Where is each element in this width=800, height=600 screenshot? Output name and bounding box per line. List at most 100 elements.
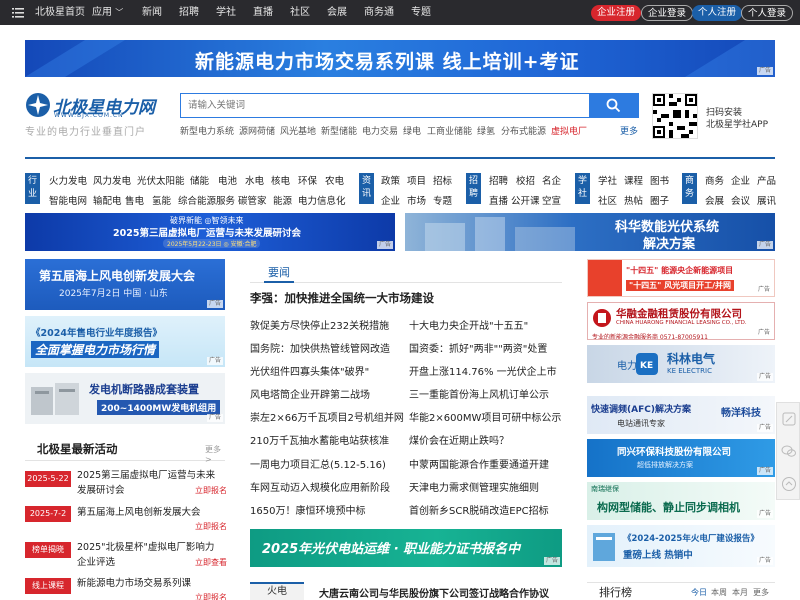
nav-link[interactable]: 企业	[381, 193, 400, 207]
nav-link[interactable]: 公开课	[511, 193, 540, 207]
nav-link[interactable]: 校招	[516, 173, 535, 187]
news-item[interactable]: 1650万！康恒环境预中标	[250, 502, 405, 517]
more-link[interactable]: 更多	[620, 124, 638, 137]
thermal-headline[interactable]: 大唐云南公司与华民股份旗下公司签订战略合作协议	[319, 585, 549, 600]
hot-link[interactable]: 源网荷储	[239, 124, 275, 137]
activity-action[interactable]: 立即报名	[195, 521, 227, 532]
nav-link[interactable]: 商务	[705, 173, 724, 187]
nav-link[interactable]: 农电	[325, 173, 344, 187]
menu-icon[interactable]	[12, 0, 24, 25]
news-item[interactable]: 崇左2×66万千瓦项目2号机组并网	[250, 409, 405, 424]
news-item[interactable]: 风电塔筒企业开辟第二战场	[250, 386, 405, 401]
news-item[interactable]: 国务院：加快供热管线管网改造	[250, 340, 405, 355]
nav-link[interactable]: 综合能源服务	[178, 193, 235, 207]
nav-topics[interactable]: 专题	[411, 0, 431, 25]
nav-link[interactable]: 直播	[489, 193, 508, 207]
news-item[interactable]: 开盘上涨114.76% 一光伏企上市	[409, 363, 562, 378]
ranking-tab-more[interactable]: 更多>	[753, 587, 775, 600]
hot-link[interactable]: 新型储能	[321, 124, 357, 137]
nav-link[interactable]: 会议	[731, 193, 750, 207]
enterprise-register-button[interactable]: 企业注册	[591, 5, 642, 21]
nav-link[interactable]: 风力发电	[93, 173, 131, 187]
nav-link[interactable]: 会展	[705, 193, 724, 207]
kelin-electric-banner[interactable]: 电力 KE 科林电气 KE ELECTRIC 广告	[587, 345, 775, 383]
news-item[interactable]: 210万千瓦抽水蓄能电站获核准	[250, 432, 405, 447]
hot-link[interactable]: 风光基地	[280, 124, 316, 137]
personal-register-button[interactable]: 个人注册	[692, 5, 743, 21]
nav-link[interactable]: 输配电	[93, 193, 122, 207]
nav-link[interactable]: 市场	[407, 193, 426, 207]
breaker-device-banner[interactable]: 发电机断路器成套装置 200~1400MW发电机组用 广告	[25, 373, 225, 424]
nav-business[interactable]: 商务通	[364, 0, 394, 25]
nav-link[interactable]: 圈子	[650, 193, 669, 207]
nr-storage-banner[interactable]: 南瑞继保 构网型储能、静止同步调相机 广告	[587, 482, 775, 520]
news-item[interactable]: 十大电力央企开战"十五五"	[409, 317, 562, 332]
tongxing-env-banner[interactable]: 同兴环保科技股份有限公司 超低排放解决方案 广告	[587, 439, 775, 477]
nav-link[interactable]: 名企	[542, 173, 561, 187]
nav-link[interactable]: 学社	[598, 173, 617, 187]
nav-link[interactable]: 产品	[757, 173, 776, 187]
nav-link[interactable]: 储能	[190, 173, 209, 187]
nav-link[interactable]: 图书	[650, 173, 669, 187]
vpp-seminar-banner[interactable]: 破界新能 ◎智领未来 2025第三届虚拟电厂运营与未来发展研讨会 2025年5月…	[25, 213, 395, 251]
activity-title[interactable]: 新能源电力市场交易系列课	[77, 576, 222, 591]
tab-headlines[interactable]: 要闻	[268, 264, 290, 280]
nav-link[interactable]: 智能电网	[49, 193, 87, 207]
home-link[interactable]: 北极星首页	[35, 0, 85, 25]
nav-link[interactable]: 光伏太阳能	[137, 173, 185, 187]
nav-school[interactable]: 学社	[216, 0, 236, 25]
hot-link[interactable]: 绿电	[403, 124, 421, 137]
nav-link[interactable]: 核电	[271, 173, 290, 187]
ranking-tab-month[interactable]: 本月	[732, 587, 748, 598]
edit-icon[interactable]	[781, 411, 797, 427]
hot-link[interactable]: 电力交易	[362, 124, 398, 137]
pv-om-cert-banner[interactable]: 2025年光伏电站运维 · 职业能力证书报名中 广告	[250, 529, 562, 567]
nav-link[interactable]: 项目	[407, 173, 426, 187]
news-item[interactable]: 敦促美方尽快停止232关税措施	[250, 317, 405, 332]
activities-more-link[interactable]: 更多>	[205, 444, 225, 464]
afc-solution-banner[interactable]: 快速调频(AFC)解决方案 电站通讯专家 畅洋科技 广告	[587, 396, 775, 434]
hot-link[interactable]: 新型电力系统	[180, 124, 234, 137]
personal-login-button[interactable]: 个人登录	[741, 5, 794, 21]
tab-thermal[interactable]: 火电	[250, 582, 304, 600]
nav-jobs[interactable]: 招聘	[179, 0, 199, 25]
apps-dropdown[interactable]: 应用 ﹀	[92, 0, 123, 25]
nav-link[interactable]: 碳管家	[238, 193, 267, 207]
nav-link[interactable]: 火力发电	[49, 173, 87, 187]
nav-expo[interactable]: 会展	[327, 0, 347, 25]
news-item[interactable]: 天津电力需求侧管理实施细则	[409, 479, 562, 494]
nav-live[interactable]: 直播	[253, 0, 273, 25]
nav-community[interactable]: 社区	[290, 0, 310, 25]
nav-link[interactable]: 能源	[273, 193, 292, 207]
nav-link[interactable]: 课程	[624, 173, 643, 187]
activity-action[interactable]: 立即查看	[195, 557, 227, 568]
nav-link[interactable]: 水电	[245, 173, 264, 187]
nav-link[interactable]: 电池	[218, 173, 237, 187]
activity-action[interactable]: 立即报名	[195, 592, 227, 600]
wechat-icon[interactable]	[781, 443, 797, 459]
hot-link[interactable]: 工商业储能	[427, 124, 472, 137]
activity-title[interactable]: 第五届海上风电创新发展大会	[77, 505, 222, 520]
headline-title[interactable]: 李强：加快推进全国统一大市场建设	[250, 290, 434, 306]
news-item[interactable]: 首创新乡SCR脱硝改造EPC招标	[409, 502, 562, 517]
thermal-report-banner[interactable]: 《2024-2025年火电厂建设报告》 重磅上线 热销中 广告	[587, 525, 775, 567]
top-course-banner[interactable]: 新能源电力市场交易系列课 线上培训+考证 广告	[25, 40, 775, 77]
news-item[interactable]: 三一重能首份海上风机订单公示	[409, 386, 562, 401]
enterprise-login-button[interactable]: 企业登录	[641, 5, 694, 21]
hot-link[interactable]: 分布式能源	[501, 124, 546, 137]
nav-link[interactable]: 氢能	[152, 193, 171, 207]
search-input[interactable]	[181, 94, 589, 117]
news-item[interactable]: 中蒙两国能源合作重要通道开建	[409, 456, 562, 471]
ranking-tab-today[interactable]: 今日	[691, 587, 707, 598]
nav-link[interactable]: 政策	[381, 173, 400, 187]
huarong-leasing-banner[interactable]: 华融金融租赁股份有限公司 CHINA HUARONG FINANCIAL LEA…	[587, 302, 775, 340]
nav-link[interactable]: 电力信息化	[298, 193, 346, 207]
nav-link[interactable]: 热帖	[624, 193, 643, 207]
ranking-tab-week[interactable]: 本周	[711, 587, 727, 598]
soe-renewables-banner[interactable]: "十四五" 能源央企新能源项目 "十四五" 风光项目开工/并网 广告	[587, 259, 775, 297]
hot-link-highlight[interactable]: 虚拟电厂	[551, 124, 587, 137]
hot-link[interactable]: 绿氢	[477, 124, 495, 137]
nav-link[interactable]: 招聘	[489, 173, 508, 187]
news-item[interactable]: 煤价会在近期止跌吗？	[409, 432, 562, 447]
retail-power-report-banner[interactable]: 《2024年售电行业年度报告》 全面掌握电力市场行情 广告	[25, 316, 225, 367]
